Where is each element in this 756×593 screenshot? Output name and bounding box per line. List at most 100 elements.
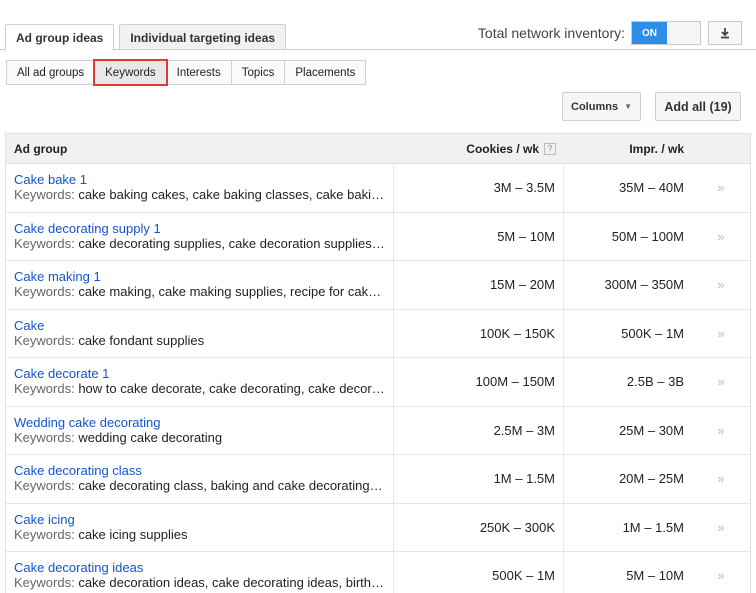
add-ad-group-arrow-icon[interactable]: »: [692, 407, 750, 455]
header-cookies[interactable]: Cookies / wk ?: [394, 142, 564, 156]
chevron-down-icon: ▼: [624, 102, 632, 111]
columns-label: Columns: [571, 100, 619, 113]
ad-group-table: Ad group Cookies / wk ? Impr. / wk Cake …: [5, 133, 751, 593]
ad-group-keywords: Keywords: how to cake decorate, cake dec…: [14, 381, 385, 397]
tab-individual-targeting-ideas[interactable]: Individual targeting ideas: [119, 24, 287, 50]
ad-group-keywords: Keywords: cake fondant supplies: [14, 333, 385, 349]
cookies-cell: 5M – 10M: [394, 212, 564, 260]
cookies-cell: 3M – 3.5M: [394, 164, 564, 212]
keywords-text: cake making, cake making supplies, recip…: [78, 284, 385, 299]
keywords-text: wedding cake decorating: [78, 429, 223, 445]
impressions-cell: 1M – 1.5M: [622, 519, 684, 535]
impressions-cell: 25M – 30M: [618, 422, 684, 438]
ad-group-name-link[interactable]: Cake decorating ideas: [14, 560, 385, 575]
table-row: Wedding cake decorating Keywords: weddin…: [6, 406, 750, 455]
cookies-cell: 250K – 300K: [394, 503, 564, 551]
header-cookies-label: Cookies / wk: [466, 141, 539, 156]
ad-group-name-link[interactable]: Cake decorating class: [14, 463, 385, 478]
cookies-cell: 15M – 20M: [394, 261, 564, 309]
ad-group-keywords: Keywords: cake decoration ideas, cake de…: [14, 575, 385, 591]
help-icon[interactable]: ?: [544, 142, 556, 155]
keywords-label: Keywords:: [14, 575, 75, 590]
ad-group-name-link[interactable]: Cake making 1: [14, 269, 385, 284]
impressions-cell: 5M – 10M: [626, 568, 684, 584]
ad-group-cell: Cake decorating ideas Keywords: cake dec…: [6, 552, 394, 593]
keywords-label: Keywords:: [14, 526, 75, 542]
cookies-cell: 100K – 150K: [394, 309, 564, 357]
keywords-label: Keywords:: [14, 284, 75, 299]
table-body: Cake bake 1 Keywords: cake baking cakes,…: [6, 164, 750, 593]
ad-group-name-link[interactable]: Cake icing: [14, 512, 385, 527]
impressions-cell: 500K – 1M: [621, 325, 684, 341]
ad-group-cell: Cake bake 1 Keywords: cake baking cakes,…: [6, 164, 394, 212]
filter-placements[interactable]: Placements: [284, 60, 367, 85]
impressions-cell: 2.5B – 3B: [626, 374, 684, 390]
ad-group-keywords: Keywords: cake icing supplies: [14, 527, 385, 543]
keywords-text: how to cake decorate, cake decorating, c…: [78, 381, 385, 396]
impressions-cell: 35M – 40M: [618, 180, 684, 196]
ad-group-name-link[interactable]: Cake: [14, 318, 385, 333]
inventory-label: Total network inventory:: [477, 25, 625, 41]
add-ad-group-arrow-icon[interactable]: »: [692, 455, 750, 503]
header-ad-group[interactable]: Ad group: [6, 142, 394, 156]
download-icon: [721, 28, 729, 39]
ad-group-filter-bar: All ad groups Keywords Interests Topics …: [6, 59, 367, 86]
keywords-label: Keywords:: [14, 429, 75, 445]
keywords-label: Keywords:: [14, 381, 75, 396]
filter-keywords[interactable]: Keywords: [93, 59, 168, 86]
ad-group-name-link[interactable]: Cake decorate 1: [14, 366, 385, 381]
table-row: Cake decorating class Keywords: cake dec…: [6, 455, 750, 504]
keywords-text: cake decoration ideas, cake decorating i…: [78, 575, 385, 590]
impressions-cell: 50M – 100M: [611, 228, 684, 244]
table-row: Cake decorating ideas Keywords: cake dec…: [6, 552, 750, 593]
ad-group-keywords: Keywords: wedding cake decorating: [14, 430, 385, 446]
filter-topics[interactable]: Topics: [230, 60, 286, 85]
idea-tabs: Ad group ideas Individual targeting idea…: [5, 24, 291, 51]
keywords-text: cake decorating supplies, cake decoratio…: [78, 235, 385, 251]
keywords-text: cake decorating class, baking and cake d…: [78, 478, 385, 493]
impressions-cell: 300M – 350M: [604, 277, 685, 293]
keywords-label: Keywords:: [14, 478, 75, 493]
keywords-text: cake fondant supplies: [78, 332, 205, 348]
add-ad-group-arrow-icon[interactable]: »: [692, 552, 750, 593]
ad-group-cell: Cake decorating supply 1 Keywords: cake …: [6, 212, 394, 260]
table-row: Cake icing Keywords: cake icing supplies…: [6, 503, 750, 552]
add-ad-group-arrow-icon[interactable]: »: [692, 358, 750, 406]
inventory-toggle[interactable]: ON: [631, 21, 701, 45]
columns-button[interactable]: Columns ▼: [562, 92, 641, 121]
add-all-button[interactable]: Add all (19): [655, 92, 741, 121]
table-row: Cake decorate 1 Keywords: how to cake de…: [6, 358, 750, 407]
impressions-cell: 20M – 25M: [618, 471, 684, 487]
ad-group-name-link[interactable]: Cake bake 1: [14, 172, 385, 187]
add-ad-group-arrow-icon[interactable]: »: [692, 213, 750, 261]
table-row: Cake making 1 Keywords: cake making, cak…: [6, 261, 750, 310]
add-ad-group-arrow-icon[interactable]: »: [692, 261, 750, 309]
keywords-text: cake icing supplies: [78, 526, 188, 542]
cookies-cell: 1M – 1.5M: [394, 455, 564, 503]
table-row: Cake decorating supply 1 Keywords: cake …: [6, 212, 750, 261]
cookies-cell: 500K – 1M: [394, 552, 564, 593]
filter-all-ad-groups[interactable]: All ad groups: [6, 60, 96, 85]
add-ad-group-arrow-icon[interactable]: »: [692, 164, 750, 212]
network-inventory: Total network inventory: ON: [478, 21, 742, 45]
ad-group-keywords: Keywords: cake making, cake making suppl…: [14, 284, 385, 300]
header-impressions[interactable]: Impr. / wk: [564, 142, 692, 156]
ad-group-keywords: Keywords: cake decorating class, baking …: [14, 478, 385, 494]
ad-group-keywords: Keywords: cake decorating supplies, cake…: [14, 236, 385, 252]
ad-group-cell: Cake making 1 Keywords: cake making, cak…: [6, 261, 394, 309]
add-ad-group-arrow-icon[interactable]: »: [692, 310, 750, 358]
cookies-cell: 100M – 150M: [394, 358, 564, 406]
ad-group-name-link[interactable]: Cake decorating supply 1: [14, 221, 385, 236]
ad-group-cell: Wedding cake decorating Keywords: weddin…: [6, 406, 394, 454]
table-row: Cake bake 1 Keywords: cake baking cakes,…: [6, 164, 750, 213]
toggle-on-state: ON: [632, 22, 667, 44]
table-row: Cake Keywords: cake fondant supplies 100…: [6, 309, 750, 358]
add-ad-group-arrow-icon[interactable]: »: [692, 504, 750, 552]
ad-group-cell: Cake decorate 1 Keywords: how to cake de…: [6, 358, 394, 406]
tab-ad-group-ideas[interactable]: Ad group ideas: [5, 24, 115, 51]
ad-group-name-link[interactable]: Wedding cake decorating: [14, 415, 385, 430]
download-button[interactable]: [708, 21, 742, 45]
ad-group-cell: Cake Keywords: cake fondant supplies: [6, 309, 394, 357]
ad-group-cell: Cake decorating class Keywords: cake dec…: [6, 455, 394, 503]
filter-interests[interactable]: Interests: [165, 60, 232, 85]
